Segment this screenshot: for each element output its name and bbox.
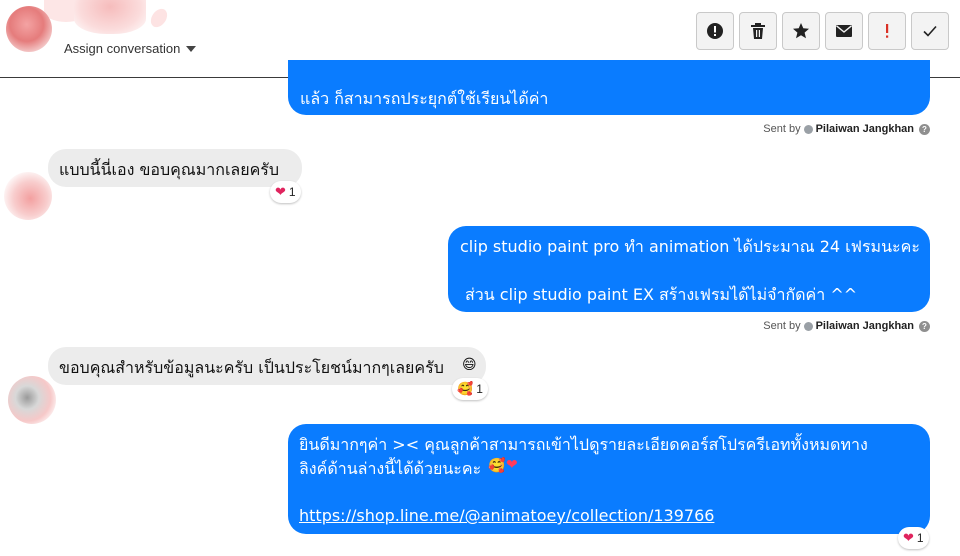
help-icon: ? — [919, 320, 930, 332]
heart-icon: ❤ — [275, 184, 286, 199]
incoming-message[interactable]: แบบนี้นี่เอง ขอบคุณมากเลยครับ — [48, 149, 302, 187]
reaction-count: 1 — [288, 185, 296, 199]
incoming-message[interactable]: ขอบคุณสำหรับข้อมูลนะครับ เป็นประโยชน์มาก… — [48, 347, 486, 385]
contact-avatar — [4, 172, 52, 220]
reaction-count: 1 — [476, 382, 483, 396]
heart-icon: ❤ — [506, 457, 518, 473]
message-text: ขอบคุณสำหรับข้อมูลนะครับ เป็นประโยชน์มาก… — [59, 358, 444, 377]
assign-conversation-dropdown[interactable]: Assign conversation — [64, 41, 197, 56]
message-text: แบบนี้นี่เอง ขอบคุณมากเลยครับ — [59, 160, 280, 179]
spam-button[interactable] — [696, 12, 734, 50]
sender-name: Pilaiwan Jangkhan — [815, 123, 914, 135]
done-button[interactable] — [911, 12, 949, 50]
outgoing-message[interactable]: แล้ว ก็สามารถประยุกต์ใช้เรียนได้ค่า — [288, 60, 930, 115]
message-text-line-2: ลิงค์ด้านล่างนี้ได้ด้วยนะคะ — [299, 459, 482, 478]
decorative-shape — [74, 0, 146, 34]
message-text-line-1: ยินดีมากๆค่า >< คุณลูกค้าสามารถเข้าไปดูร… — [299, 435, 868, 454]
decorative-shape — [147, 5, 171, 31]
reaction-badge[interactable]: 🥰 1 — [452, 378, 488, 400]
smiling-face-icon: 😄 — [462, 357, 477, 373]
check-icon — [923, 25, 937, 37]
star-button[interactable] — [782, 12, 820, 50]
message-text-line-1: clip studio paint pro ทำ animation ได้ปร… — [460, 237, 920, 256]
check-circle-icon — [803, 124, 813, 134]
outgoing-message[interactable]: clip studio paint pro ทำ animation ได้ปร… — [448, 226, 930, 312]
smiling-face-hearts-icon: 🥰 — [488, 458, 506, 474]
heart-icon: ❤ — [903, 530, 914, 545]
envelope-icon — [836, 25, 852, 37]
mark-unread-button[interactable] — [825, 12, 863, 50]
smiling-face-hearts-icon: 🥰 — [457, 381, 474, 396]
message-text: แล้ว ก็สามารถประยุกต์ใช้เรียนได้ค่า — [300, 89, 549, 108]
star-icon — [793, 23, 809, 39]
assign-conversation-label: Assign conversation — [64, 41, 181, 56]
reaction-badge[interactable]: ❤ 1 — [898, 527, 929, 549]
sent-by-prefix: Sent by — [763, 123, 801, 135]
sent-by-prefix: Sent by — [763, 320, 801, 332]
help-icon: ? — [919, 123, 930, 135]
chevron-down-icon — [186, 46, 197, 52]
check-circle-icon — [803, 321, 813, 331]
contact-avatar — [8, 376, 56, 424]
reaction-count: 1 — [916, 531, 924, 545]
exclamation-circle-icon — [707, 23, 723, 39]
trash-icon — [751, 23, 765, 39]
sent-by-label: Sent by Pilaiwan Jangkhan ? — [763, 123, 930, 135]
outgoing-message[interactable]: ยินดีมากๆค่า >< คุณลูกค้าสามารถเข้าไปดูร… — [288, 424, 930, 534]
sender-name: Pilaiwan Jangkhan — [815, 320, 914, 332]
sent-by-label: Sent by Pilaiwan Jangkhan ? — [763, 320, 930, 332]
follow-up-button[interactable] — [868, 12, 906, 50]
exclamation-icon — [886, 24, 889, 38]
reaction-badge[interactable]: ❤ 1 — [270, 181, 301, 203]
contact-avatar[interactable] — [6, 6, 52, 52]
delete-button[interactable] — [739, 12, 777, 50]
message-text-line-2: ส่วน clip studio paint EX สร้างเฟรมได้ไม… — [465, 285, 858, 304]
collection-link[interactable]: https://shop.line.me/@animatoey/collecti… — [299, 506, 714, 525]
